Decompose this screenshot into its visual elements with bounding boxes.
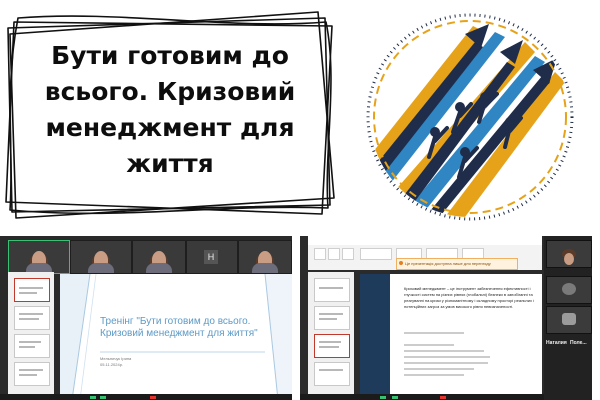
- arrows-logo: [365, 12, 575, 222]
- leave-icon[interactable]: [440, 395, 446, 399]
- leave-icon[interactable]: [150, 395, 156, 399]
- slide-thumbnail-panel: [308, 272, 354, 400]
- participant-tile-3[interactable]: [132, 240, 186, 274]
- title-frame: Бути готовим до всього. Кризовий менеджм…: [0, 0, 340, 225]
- meeting-toolbar: [300, 394, 544, 400]
- layout-icon[interactable]: [342, 248, 354, 260]
- participant-tile-5[interactable]: [238, 240, 292, 274]
- slide-accent-bar: [360, 274, 390, 400]
- participant-tile-2[interactable]: [70, 240, 132, 274]
- participant-name: Поле...: [570, 340, 587, 346]
- warning-icon: [399, 261, 403, 265]
- slide-thumbnail[interactable]: [14, 278, 50, 302]
- slide-thumbnail[interactable]: [14, 334, 50, 358]
- avatar: [562, 313, 576, 325]
- ribbon-tabs: [308, 236, 542, 245]
- camera-icon[interactable]: [100, 395, 106, 399]
- arrows-upward-logo-icon: [366, 13, 574, 221]
- slide-title: Тренінг "Бути готовим до всього. Кризови…: [100, 316, 258, 339]
- notification-text: Це презентація доступна лише для перегля…: [405, 261, 491, 266]
- slide-thumbnail[interactable]: [314, 334, 350, 358]
- participant-tile[interactable]: [546, 240, 592, 268]
- slide-date: 05.11.2024р.: [100, 362, 124, 367]
- ribbon-toolbar: Це презентація доступна лише для перегля…: [308, 236, 542, 270]
- slide-author: Мельничук Ірина: [100, 356, 132, 361]
- participants-panel: Наталия Поле...: [544, 236, 592, 400]
- read-only-notification[interactable]: Це презентація доступна лише для перегля…: [396, 258, 518, 270]
- slide-thumbnail[interactable]: [314, 306, 350, 330]
- slide-definition-text: Кризовий менеджмент – це інструмент забе…: [404, 286, 534, 309]
- participant-tile-4[interactable]: H: [186, 240, 238, 274]
- participant-name: Наталия: [546, 340, 567, 346]
- slide-thumbnail[interactable]: [314, 278, 350, 302]
- participant-initial-badge: H: [204, 250, 218, 264]
- avatar: [562, 283, 576, 295]
- page-title: Бути готовим до всього. Кризовий менеджм…: [44, 41, 296, 178]
- camera-icon[interactable]: [392, 395, 398, 399]
- mic-icon[interactable]: [380, 395, 386, 399]
- screenshot-right-presentation: Це презентація доступна лише для перегля…: [300, 236, 592, 400]
- new-slide-icon[interactable]: [328, 248, 340, 260]
- slide-thumbnail-panel: [8, 272, 54, 400]
- participant-tile[interactable]: [546, 306, 592, 334]
- participant-tile[interactable]: [546, 276, 592, 304]
- meeting-toolbar: [0, 394, 292, 400]
- slide-thumbnail[interactable]: [314, 362, 350, 386]
- participant-tile-1[interactable]: [8, 240, 70, 274]
- mic-icon[interactable]: [90, 395, 96, 399]
- paste-icon[interactable]: [314, 248, 326, 260]
- font-group-icon[interactable]: [360, 248, 392, 260]
- main-slide: Кризовий менеджмент – це інструмент забе…: [360, 274, 542, 400]
- slide-thumbnail[interactable]: [14, 362, 50, 386]
- main-slide: Тренінг "Бути готовим до всього. Кризови…: [60, 274, 292, 400]
- slide-thumbnail[interactable]: [14, 306, 50, 330]
- screenshot-left-zoom-session: H Тренінг "Бути готовим до всього. Кризо…: [0, 236, 292, 400]
